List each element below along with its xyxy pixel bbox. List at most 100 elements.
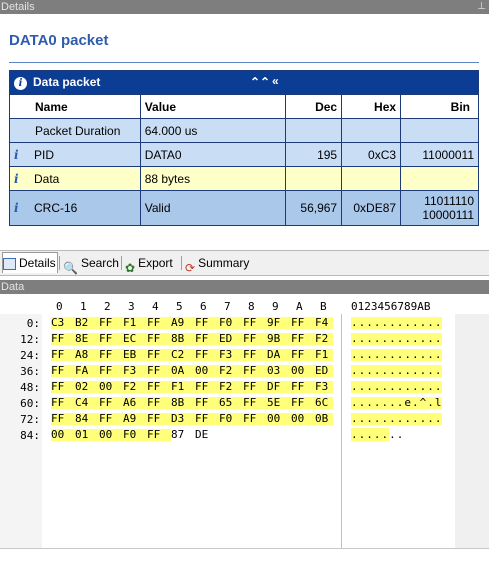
hex-byte[interactable]: FF bbox=[195, 333, 219, 345]
hex-byte[interactable]: D3 bbox=[171, 413, 195, 425]
hex-byte[interactable]: FF bbox=[291, 349, 315, 361]
info-icon[interactable]: i bbox=[14, 148, 26, 162]
hex-byte[interactable]: FF bbox=[291, 333, 315, 345]
hex-byte[interactable]: FF bbox=[99, 397, 123, 409]
ascii-row[interactable]: .......e.^.l bbox=[351, 397, 443, 409]
hex-byte[interactable]: DE bbox=[195, 429, 213, 441]
hex-byte[interactable]: FF bbox=[195, 397, 219, 409]
hex-byte[interactable]: A6 bbox=[123, 397, 147, 409]
info-icon[interactable]: i bbox=[14, 172, 26, 186]
tab-search[interactable]: 🔍 Search bbox=[63, 253, 119, 275]
tab-export[interactable]: ✿ Export bbox=[125, 253, 173, 275]
hex-byte[interactable]: FF bbox=[147, 333, 171, 345]
hex-byte[interactable]: 00 bbox=[99, 429, 123, 441]
hex-byte[interactable]: FF bbox=[99, 333, 123, 345]
hex-byte[interactable]: FF bbox=[291, 317, 315, 329]
hex-byte[interactable]: F1 bbox=[123, 317, 147, 329]
hex-byte[interactable]: A9 bbox=[123, 413, 147, 425]
hex-byte[interactable]: FF bbox=[291, 397, 315, 409]
pin-icon[interactable]: ⊥ bbox=[477, 0, 486, 14]
hex-byte[interactable]: F3 bbox=[123, 365, 147, 377]
hex-byte[interactable]: F3 bbox=[219, 349, 243, 361]
hex-byte[interactable]: EB bbox=[123, 349, 147, 361]
hex-byte[interactable]: F2 bbox=[315, 333, 333, 345]
hex-byte[interactable]: FF bbox=[99, 317, 123, 329]
hex-byte[interactable]: 01 bbox=[75, 429, 99, 441]
hex-byte[interactable]: 84 bbox=[75, 413, 99, 425]
hex-byte[interactable]: FF bbox=[99, 413, 123, 425]
hex-byte[interactable]: 00 bbox=[51, 429, 75, 441]
ascii-row[interactable]: ............ bbox=[351, 317, 443, 329]
hex-byte[interactable]: F0 bbox=[219, 317, 243, 329]
hex-byte[interactable]: F2 bbox=[219, 365, 243, 377]
hex-byte[interactable]: A8 bbox=[75, 349, 99, 361]
hex-byte[interactable]: FF bbox=[51, 381, 75, 393]
hex-byte[interactable]: B2 bbox=[75, 317, 99, 329]
hex-byte[interactable]: 0B bbox=[315, 413, 333, 425]
hex-view-scroll-area[interactable] bbox=[455, 314, 489, 548]
hex-byte[interactable]: FF bbox=[147, 349, 171, 361]
hex-byte[interactable]: FF bbox=[147, 413, 171, 425]
hex-byte[interactable]: FF bbox=[147, 365, 171, 377]
info-icon[interactable]: i bbox=[14, 201, 26, 215]
hex-byte[interactable]: 9B bbox=[267, 333, 291, 345]
hex-byte[interactable]: DF bbox=[267, 381, 291, 393]
ascii-row[interactable]: ............ bbox=[351, 381, 443, 393]
hex-byte[interactable]: FF bbox=[99, 365, 123, 377]
table-row[interactable]: i PID DATA0 195 0xC3 11000011 bbox=[9, 142, 479, 167]
tab-details[interactable]: Details bbox=[2, 252, 58, 273]
hex-byte[interactable]: C2 bbox=[171, 349, 195, 361]
hex-byte[interactable]: ED bbox=[315, 365, 333, 377]
hex-byte[interactable]: FF bbox=[195, 413, 219, 425]
hex-byte[interactable]: FF bbox=[243, 333, 267, 345]
hex-byte[interactable]: FF bbox=[195, 381, 219, 393]
hex-byte[interactable]: EC bbox=[123, 333, 147, 345]
hex-byte[interactable]: FF bbox=[243, 349, 267, 361]
hex-byte[interactable]: 0A bbox=[171, 365, 195, 377]
ascii-row[interactable]: ............ bbox=[351, 365, 443, 377]
hex-byte[interactable]: FF bbox=[147, 429, 171, 441]
table-row[interactable]: i Data 88 bytes bbox=[9, 166, 479, 191]
hex-byte[interactable]: FA bbox=[75, 365, 99, 377]
hex-byte[interactable]: F1 bbox=[315, 349, 333, 361]
hex-byte[interactable]: C4 bbox=[75, 397, 99, 409]
hex-byte[interactable]: FF bbox=[51, 333, 75, 345]
hex-byte[interactable]: A9 bbox=[171, 317, 195, 329]
hex-byte[interactable]: FF bbox=[99, 349, 123, 361]
tab-summary[interactable]: ⟳ Summary bbox=[185, 253, 249, 275]
ascii-row[interactable]: ............ bbox=[351, 413, 443, 425]
hex-byte[interactable]: FF bbox=[195, 349, 219, 361]
hex-byte[interactable]: FF bbox=[51, 349, 75, 361]
table-row[interactable]: i CRC-16 Valid 56,967 0xDE87 11011110 1000… bbox=[9, 190, 479, 226]
hex-byte[interactable]: ED bbox=[219, 333, 243, 345]
hex-byte[interactable]: 00 bbox=[195, 365, 219, 377]
hex-byte[interactable]: 6C bbox=[315, 397, 333, 409]
hex-byte[interactable]: 9F bbox=[267, 317, 291, 329]
hex-byte[interactable]: FF bbox=[147, 317, 171, 329]
shrink-icon[interactable]: « bbox=[272, 74, 279, 88]
hex-byte[interactable]: DA bbox=[267, 349, 291, 361]
hex-byte[interactable]: 8B bbox=[171, 397, 195, 409]
hex-byte[interactable]: 00 bbox=[267, 413, 291, 425]
hex-byte[interactable]: F3 bbox=[315, 381, 333, 393]
hex-byte[interactable]: FF bbox=[51, 365, 75, 377]
hex-byte[interactable]: 5E bbox=[267, 397, 291, 409]
ascii-row[interactable]: ....... bbox=[351, 428, 404, 441]
hex-byte[interactable]: 03 bbox=[267, 365, 291, 377]
hex-byte[interactable]: FF bbox=[243, 413, 267, 425]
ascii-row[interactable]: ............ bbox=[351, 349, 443, 361]
hex-byte[interactable]: F0 bbox=[123, 429, 147, 441]
hex-byte[interactable]: FF bbox=[147, 381, 171, 393]
hex-byte[interactable]: FF bbox=[195, 317, 219, 329]
hex-byte[interactable]: FF bbox=[243, 397, 267, 409]
hex-byte[interactable]: FF bbox=[147, 397, 171, 409]
hex-byte[interactable]: FF bbox=[243, 365, 267, 377]
hex-byte[interactable]: 00 bbox=[291, 413, 315, 425]
table-row[interactable]: Packet Duration 64.000 us bbox=[9, 118, 479, 143]
hex-byte[interactable]: FF bbox=[51, 413, 75, 425]
hex-byte[interactable]: FF bbox=[243, 381, 267, 393]
hex-byte[interactable]: 8B bbox=[171, 333, 195, 345]
hex-byte[interactable]: 02 bbox=[75, 381, 99, 393]
hex-byte[interactable]: 65 bbox=[219, 397, 243, 409]
hex-byte[interactable]: 87 bbox=[171, 429, 195, 441]
